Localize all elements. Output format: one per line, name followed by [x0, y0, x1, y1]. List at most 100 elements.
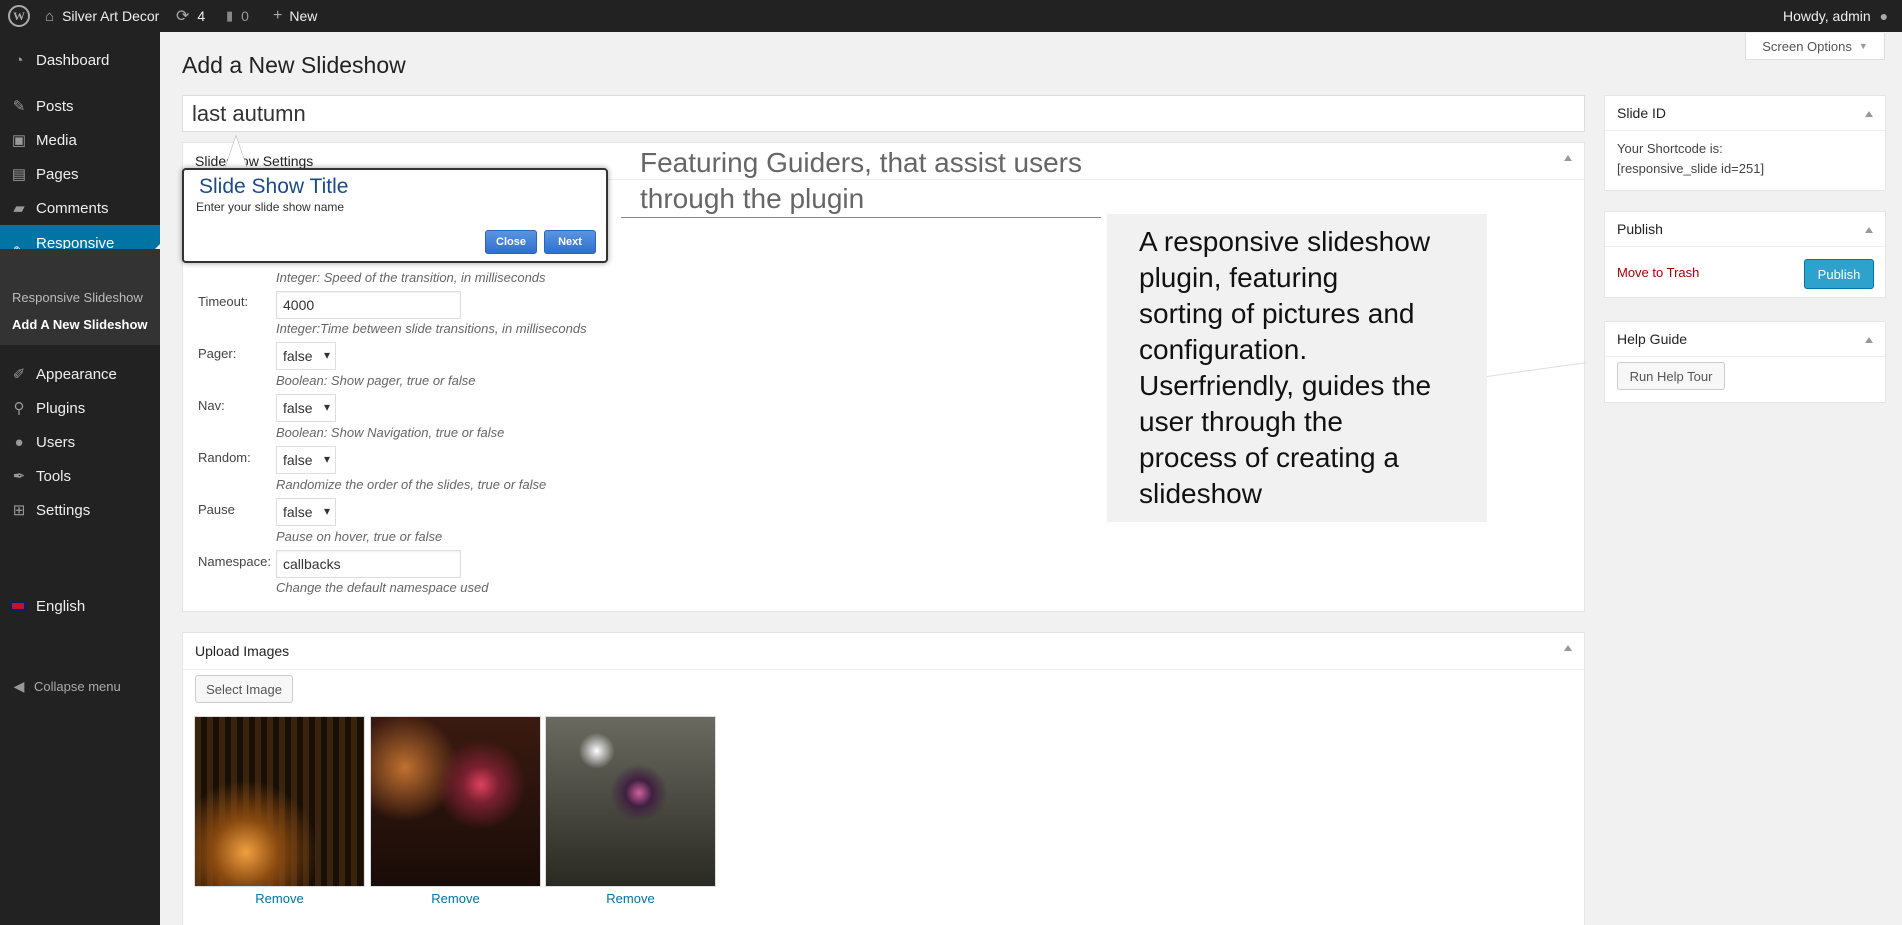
slide-id-title: Slide ID [1617, 105, 1667, 121]
collapse-menu-button[interactable]: ◀ Collapse menu [0, 669, 160, 703]
shortcode-label: Your Shortcode is: [1617, 141, 1723, 156]
guider-description: Enter your slide show name [196, 200, 345, 214]
menu-label: Settings [36, 501, 91, 519]
guider-title: Slide Show Title [199, 175, 349, 198]
menu-tools[interactable]: ✒ Tools [0, 459, 160, 493]
namespace-input[interactable]: callbacks [276, 550, 461, 578]
menu-label: Tools [36, 467, 72, 485]
guider-pointer [225, 136, 247, 168]
description-annotation: A responsive slideshow plugin, featuring… [1107, 214, 1487, 522]
plus-icon: + [273, 7, 283, 24]
media-icon: ▣ [11, 132, 27, 149]
description-line: Userfriendly, guides the [1139, 370, 1432, 401]
pin-icon: ✎ [12, 98, 26, 115]
nav-description: Boolean: Show Navigation, true or false [276, 425, 505, 440]
chevron-down-icon: ▼ [1858, 41, 1868, 51]
new-content-link[interactable]: + New [273, 0, 317, 32]
menu-label: Users [36, 433, 76, 451]
submenu-add-new-slideshow[interactable]: Add A New Slideshow [12, 317, 148, 332]
updates-icon: ⟳ [176, 8, 190, 25]
comments-link[interactable]: ▮ 0 [226, 0, 249, 32]
settings-icon: ⊞ [12, 502, 26, 519]
menu-pages[interactable]: ▤ Pages [0, 157, 160, 191]
toggle-arrow-icon[interactable] [1564, 645, 1572, 651]
menu-label: Comments [36, 199, 109, 217]
menu-appearance[interactable]: ✐ Appearance [0, 357, 160, 391]
namespace-label: Namespace: [198, 554, 271, 569]
random-label: Random: [198, 450, 251, 465]
menu-comments[interactable]: ▰ Comments [0, 191, 160, 225]
description-line: user through the [1139, 406, 1343, 437]
run-help-tour-button[interactable]: Run Help Tour [1617, 362, 1725, 390]
menu-posts[interactable]: ✎ Posts [0, 89, 160, 123]
pause-label: Pause [198, 502, 235, 517]
user-icon: ● [14, 433, 24, 451]
slide-image[interactable] [370, 716, 541, 887]
divider [1605, 356, 1885, 357]
page-title: Add a New Slideshow [182, 52, 406, 78]
description-line: configuration. [1139, 334, 1308, 365]
feature-annotation: Featuring Guiders, that assist users thr… [640, 145, 1082, 217]
menu-dashboard[interactable]: ◔ Dashboard [0, 43, 160, 77]
guider-close-button[interactable]: Close [485, 230, 537, 254]
menu-settings[interactable]: ⊞ Settings [0, 493, 160, 527]
divider [183, 669, 1584, 670]
menu-plugins[interactable]: ⚲ Plugins [0, 391, 160, 425]
admin-bar: W ⌂ Silver Art Decor ⟳ 4 ▮ 0 + New Howdy… [0, 0, 1902, 32]
timeout-input[interactable]: 4000 [276, 291, 461, 319]
new-label: New [289, 8, 318, 24]
toggle-arrow-icon[interactable] [1865, 111, 1873, 117]
guider-popup: Slide Show Title Enter your slide show n… [182, 168, 608, 263]
language-switcher[interactable]: English [0, 589, 160, 623]
screen-options-button[interactable]: Screen Options ▼ [1745, 33, 1885, 60]
help-guide-title: Help Guide [1617, 331, 1688, 347]
toggle-arrow-icon[interactable] [1865, 337, 1873, 343]
wordpress-logo-icon[interactable]: W [8, 0, 30, 32]
dashboard-icon: ◔ [14, 51, 24, 69]
remove-image-link[interactable]: Remove [370, 891, 541, 906]
upload-box-title: Upload Images [195, 643, 290, 659]
nav-select[interactable]: false [276, 394, 336, 422]
move-to-trash-link[interactable]: Move to Trash [1617, 265, 1699, 280]
uk-flag-icon [10, 601, 26, 611]
my-account-link[interactable]: Howdy, admin ● [1783, 0, 1888, 32]
pager-select[interactable]: false [276, 342, 336, 370]
annotation-underline [621, 217, 1101, 218]
menu-label: Media [36, 131, 77, 149]
publish-button[interactable]: Publish [1804, 259, 1874, 289]
language-label: English [36, 597, 86, 615]
select-image-button[interactable]: Select Image [195, 675, 293, 703]
plugin-icon: ⚲ [13, 400, 25, 417]
brush-icon: ✐ [12, 366, 26, 383]
comments-count: 0 [241, 8, 249, 24]
description-line: process of creating a [1139, 442, 1399, 473]
collapse-label: Collapse menu [34, 678, 121, 694]
namespace-description: Change the default namespace used [276, 580, 489, 595]
nav-label: Nav: [198, 398, 225, 413]
timeout-label: Timeout: [198, 294, 249, 309]
slide-image[interactable] [194, 716, 365, 887]
toggle-arrow-icon[interactable] [1564, 155, 1572, 161]
feature-line-1: Featuring Guiders, that assist users [640, 147, 1082, 178]
menu-users[interactable]: ● Users [0, 425, 160, 459]
remove-image-link[interactable]: Remove [545, 891, 716, 906]
collapse-icon: ◀ [13, 677, 25, 694]
menu-media[interactable]: ▣ Media [0, 123, 160, 157]
toggle-arrow-icon[interactable] [1865, 227, 1873, 233]
menu-label: Dashboard [36, 51, 110, 69]
slide-image[interactable] [545, 716, 716, 887]
submenu-responsive-slideshow[interactable]: Responsive Slideshow [12, 290, 143, 305]
remove-image-link[interactable]: Remove [194, 891, 365, 906]
timeout-description: Integer:Time between slide transitions, … [276, 321, 587, 336]
random-description: Randomize the order of the slides, true … [276, 477, 547, 492]
description-line: A responsive slideshow [1139, 226, 1431, 257]
pause-select[interactable]: false [276, 498, 336, 526]
updates-link[interactable]: ⟳ 4 [176, 0, 205, 32]
greeting: Howdy, admin [1783, 8, 1871, 24]
site-name: Silver Art Decor [62, 8, 160, 24]
site-name-link[interactable]: ⌂ Silver Art Decor [45, 0, 159, 32]
home-icon: ⌂ [45, 7, 55, 25]
slideshow-title-input[interactable]: last autumn [182, 95, 1585, 132]
random-select[interactable]: false [276, 446, 336, 474]
guider-next-button[interactable]: Next [544, 230, 596, 254]
